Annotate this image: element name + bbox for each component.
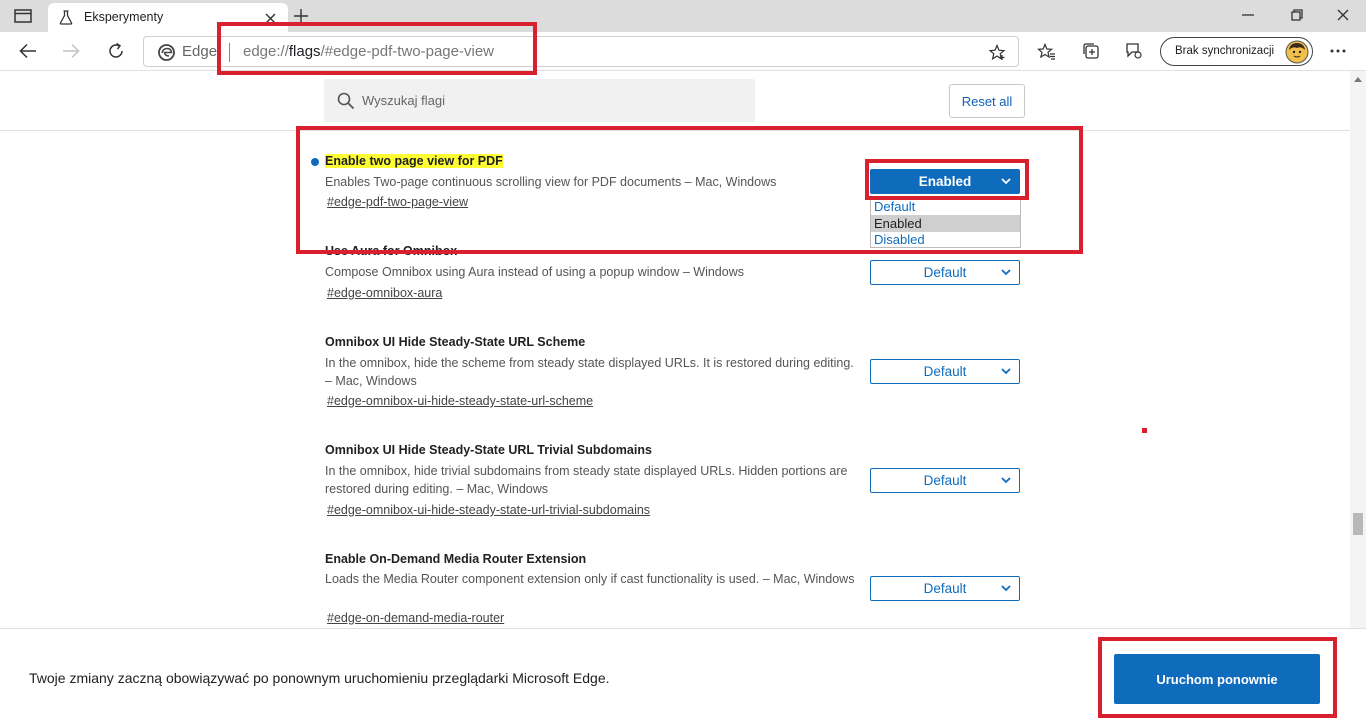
- tab-actions-icon[interactable]: [13, 7, 33, 25]
- annotation-select-box: [865, 159, 1029, 200]
- tab-strip: Eksperymenty: [0, 0, 1366, 32]
- reset-all-button[interactable]: Reset all: [949, 84, 1025, 118]
- flag-link[interactable]: #edge-on-demand-media-router: [327, 611, 504, 625]
- close-window-icon[interactable]: [1333, 6, 1353, 24]
- scroll-up-icon[interactable]: [1353, 75, 1363, 83]
- flag-title: Enable On-Demand Media Router Extension: [325, 552, 587, 566]
- search-placeholder: Wyszukaj flagi: [362, 93, 445, 108]
- flag-link[interactable]: #edge-omnibox-aura: [327, 286, 442, 300]
- search-icon: [336, 91, 356, 111]
- flag-description: In the omnibox, hide trivial subdomains …: [325, 464, 848, 496]
- flag-link[interactable]: #edge-omnibox-ui-hide-steady-state-url-s…: [327, 394, 593, 408]
- refresh-icon[interactable]: [106, 41, 126, 61]
- annotation-url-box: [217, 22, 537, 75]
- restore-icon[interactable]: [1287, 6, 1307, 24]
- flag-title: Omnibox UI Hide Steady-State URL Scheme: [325, 335, 586, 349]
- search-input[interactable]: Wyszukaj flagi: [324, 79, 755, 122]
- chevron-down-icon: [1001, 585, 1011, 592]
- add-favorite-icon[interactable]: [988, 43, 1006, 61]
- chevron-down-icon: [1001, 368, 1011, 375]
- select-value: Default: [923, 364, 967, 379]
- flag-select[interactable]: Default: [870, 576, 1020, 601]
- minimize-icon[interactable]: [1238, 6, 1258, 24]
- annotation-dot: [1142, 428, 1147, 433]
- flag-link[interactable]: #edge-omnibox-ui-hide-steady-state-url-t…: [327, 503, 650, 517]
- flag-select[interactable]: Default: [870, 359, 1020, 384]
- avatar: [1285, 40, 1309, 64]
- chevron-down-icon: [1001, 269, 1011, 276]
- profile-button[interactable]: Brak synchronizacji: [1160, 37, 1313, 66]
- flag-title: Omnibox UI Hide Steady-State URL Trivial…: [325, 443, 652, 457]
- scrollbar[interactable]: [1350, 71, 1366, 628]
- feedback-icon[interactable]: [1124, 41, 1144, 61]
- annotation-restart-box: [1098, 637, 1337, 718]
- chevron-down-icon: [1001, 477, 1011, 484]
- more-icon[interactable]: [1328, 41, 1348, 61]
- scrollbar-thumb[interactable]: [1353, 513, 1363, 535]
- edge-logo-icon: [157, 43, 175, 61]
- select-value: Default: [923, 265, 967, 280]
- select-value: Default: [923, 581, 967, 596]
- tab-title: Eksperymenty: [84, 10, 164, 24]
- flask-icon: [58, 9, 74, 25]
- flag-select[interactable]: Default: [870, 468, 1020, 493]
- restart-message: Twoje zmiany zaczną obowiązywać po ponow…: [29, 670, 610, 686]
- forward-icon: [61, 41, 81, 61]
- flag-description: Loads the Media Router component extensi…: [325, 572, 855, 586]
- flag-description: Compose Omnibox using Aura instead of us…: [325, 265, 744, 279]
- address-prefix: Edge: [182, 43, 218, 60]
- flag-select[interactable]: Default: [870, 260, 1020, 285]
- select-value: Default: [923, 473, 967, 488]
- profile-label: Brak synchronizacji: [1175, 45, 1275, 57]
- back-icon[interactable]: [18, 41, 38, 61]
- collections-icon[interactable]: [1081, 41, 1101, 61]
- favorites-icon[interactable]: [1036, 41, 1056, 61]
- flag-description: In the omnibox, hide the scheme from ste…: [325, 356, 854, 388]
